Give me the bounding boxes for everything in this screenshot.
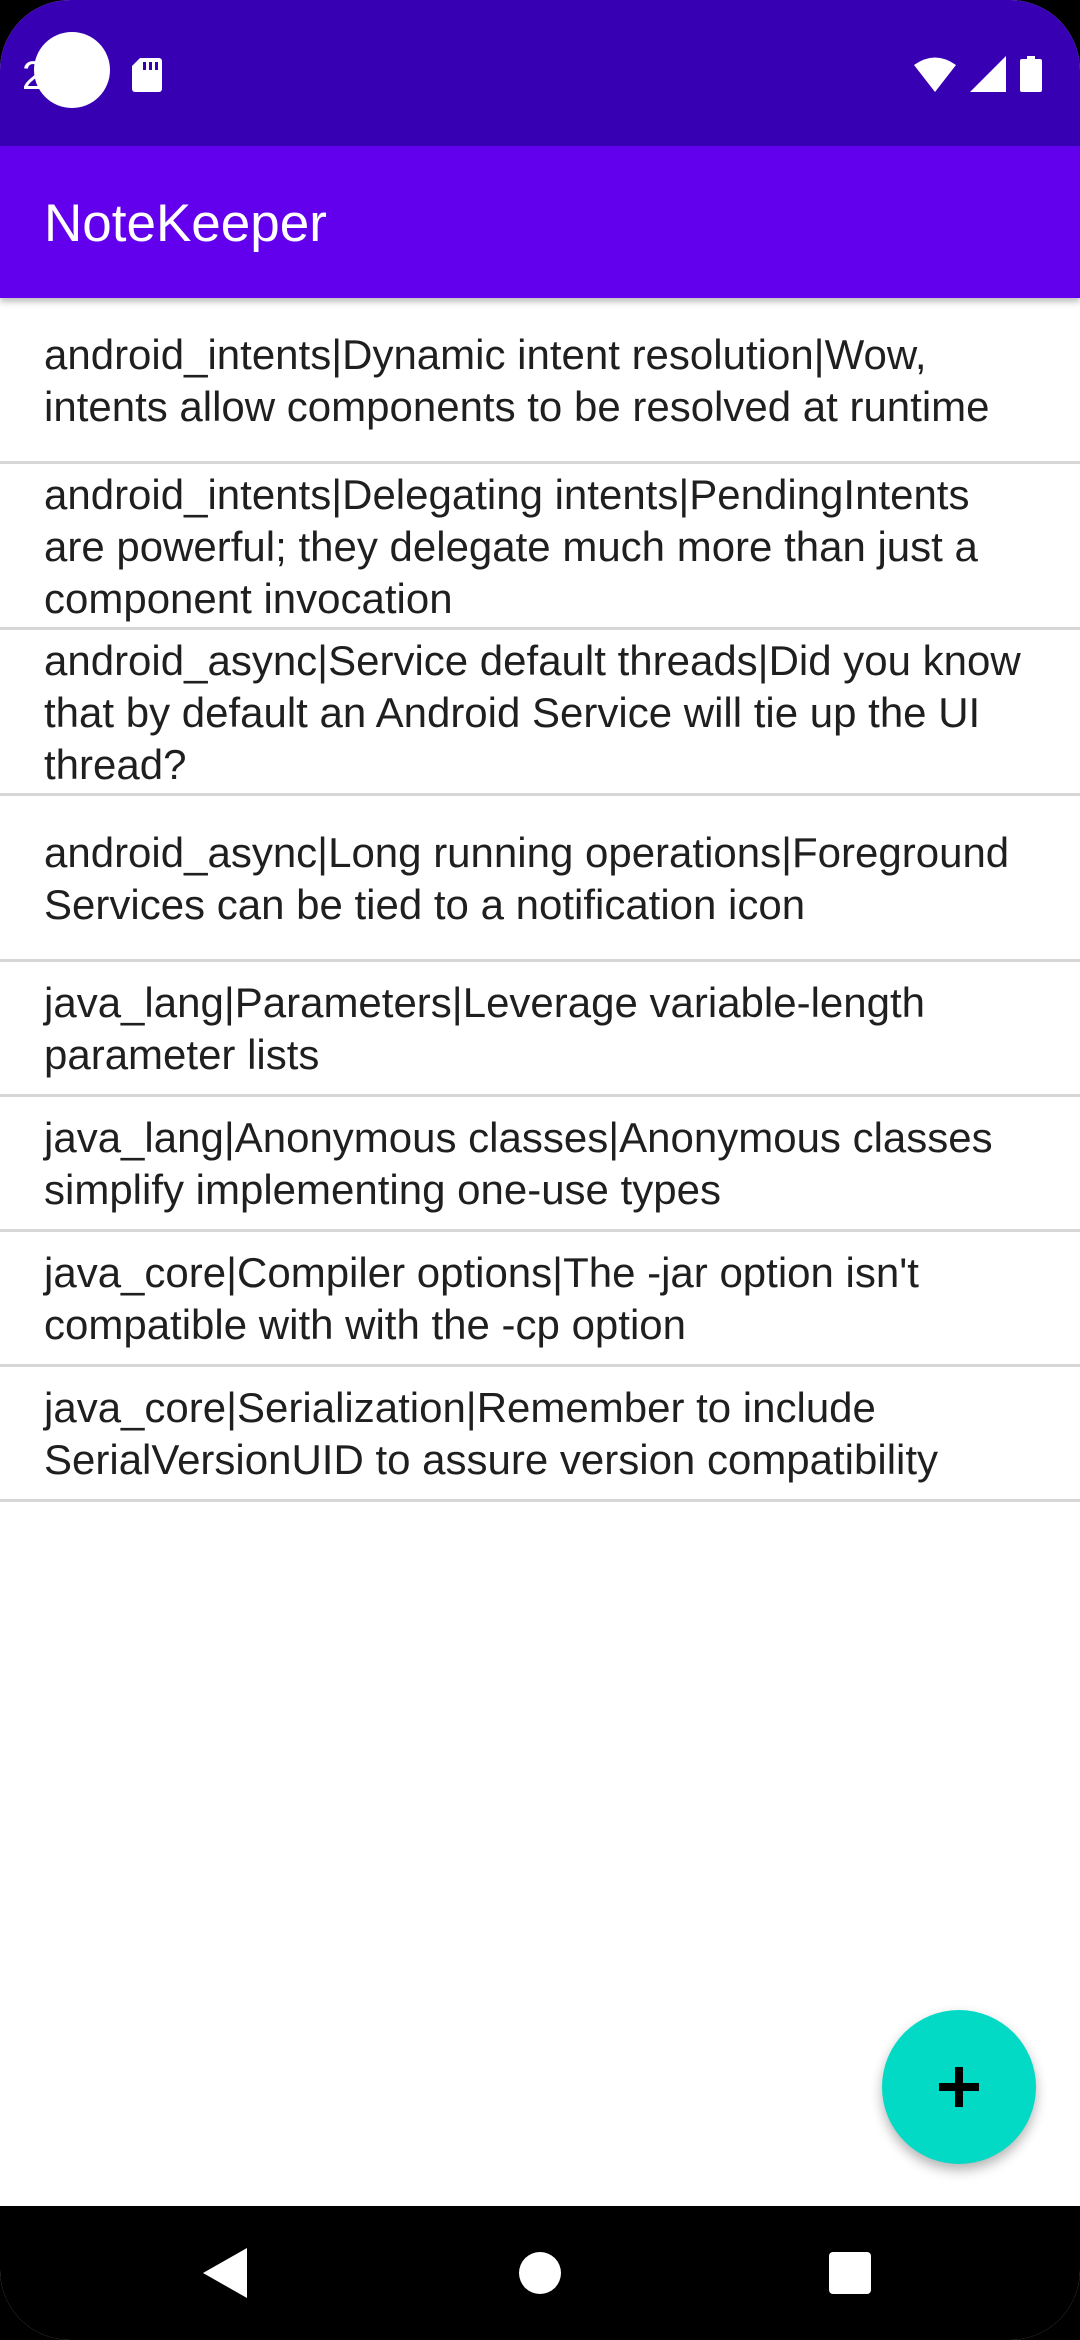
app-title: NoteKeeper [44, 194, 327, 253]
status-bar: 2 [0, 0, 1080, 146]
note-text: android_intents|Dynamic intent resolutio… [44, 330, 990, 430]
recents-icon [829, 2252, 871, 2294]
note-list-item[interactable]: android_intents|Delegating intents|Pendi… [0, 464, 1080, 630]
note-list-item[interactable]: android_async|Service default threads|Di… [0, 630, 1080, 796]
status-icons [914, 56, 1042, 92]
home-button[interactable] [480, 2206, 600, 2340]
wifi-icon [914, 57, 956, 92]
sd-card-icon [132, 58, 162, 92]
camera-cutout [34, 32, 110, 108]
app-screen: 2 NoteKeeper android_intents|Dynamic int… [0, 0, 1080, 2340]
app-bar: NoteKeeper [0, 146, 1080, 298]
note-text: java_lang|Parameters|Leverage variable-l… [44, 979, 926, 1078]
back-icon [203, 2248, 247, 2298]
notes-list: android_intents|Dynamic intent resolutio… [0, 298, 1080, 1502]
home-icon [519, 2252, 561, 2294]
note-list-item[interactable]: android_intents|Dynamic intent resolutio… [0, 298, 1080, 464]
note-list-item[interactable]: java_core|Compiler options|The -jar opti… [0, 1232, 1080, 1367]
battery-icon [1020, 56, 1042, 92]
plus-icon [939, 2067, 979, 2107]
note-text: java_lang|Anonymous classes|Anonymous cl… [44, 1114, 993, 1213]
note-text: java_core|Serialization|Remember to incl… [44, 1384, 939, 1483]
note-list-item[interactable]: java_lang|Parameters|Leverage variable-l… [0, 962, 1080, 1097]
note-text: android_async|Service default threads|Di… [44, 636, 1021, 788]
recents-button[interactable] [790, 2206, 910, 2340]
navigation-bar [0, 2206, 1080, 2340]
add-note-button[interactable] [882, 2010, 1036, 2164]
note-text: android_intents|Delegating intents|Pendi… [44, 470, 978, 622]
note-list-item[interactable]: java_core|Serialization|Remember to incl… [0, 1367, 1080, 1502]
signal-icon [970, 56, 1006, 92]
note-text: java_core|Compiler options|The -jar opti… [44, 1249, 919, 1348]
back-button[interactable] [165, 2206, 285, 2340]
note-list-item[interactable]: java_lang|Anonymous classes|Anonymous cl… [0, 1097, 1080, 1232]
note-list-item[interactable]: android_async|Long running operations|Fo… [0, 796, 1080, 962]
note-text: android_async|Long running operations|Fo… [44, 828, 1010, 928]
